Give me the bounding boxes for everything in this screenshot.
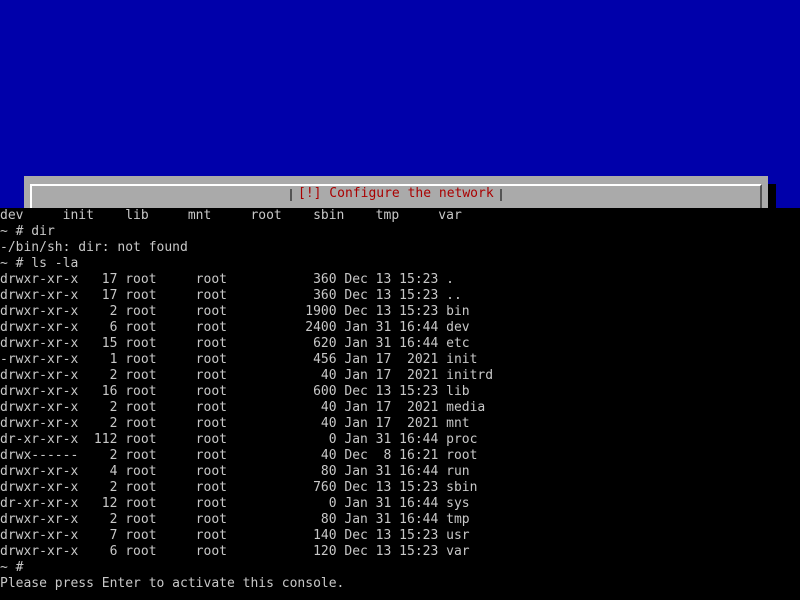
console-line: drwxr-xr-x 6 root root 120 Dec 13 15:23 … xyxy=(0,544,470,559)
console-line: drwxr-xr-x 17 root root 360 Dec 13 15:23… xyxy=(0,288,462,303)
console-line: ~ # ls -la xyxy=(0,256,79,271)
console-line: drwxr-xr-x 2 root root 760 Dec 13 15:23 … xyxy=(0,480,478,495)
console-line: drwxr-xr-x 6 root root 2400 Jan 31 16:44… xyxy=(0,320,470,335)
console-line: drwxr-xr-x 2 root root 80 Jan 31 16:44 t… xyxy=(0,512,470,527)
console-line: -rwxr-xr-x 1 root root 456 Jan 17 2021 i… xyxy=(0,352,478,367)
console-line: ~ # dir xyxy=(0,224,55,239)
console-line: drwxr-xr-x 2 root root 40 Jan 17 2021 in… xyxy=(0,368,494,383)
console-line: drwxr-xr-x 7 root root 140 Dec 13 15:23 … xyxy=(0,528,470,543)
console-prompt[interactable]: ~ # xyxy=(0,560,800,576)
console-line: drwxr-xr-x 4 root root 80 Jan 31 16:44 r… xyxy=(0,464,470,479)
console-line: drwx------ 2 root root 40 Dec 8 16:21 ro… xyxy=(0,448,478,463)
console-line: drwxr-xr-x 15 root root 620 Jan 31 16:44… xyxy=(0,336,470,351)
terminal-console[interactable]: dev init lib mnt root sbin tmp var ~ # d… xyxy=(0,208,800,600)
console-activation-message: Please press Enter to activate this cons… xyxy=(0,576,345,591)
console-line: dr-xr-xr-x 12 root root 0 Jan 31 16:44 s… xyxy=(0,496,470,511)
console-line: dr-xr-xr-x 112 root root 0 Jan 31 16:44 … xyxy=(0,432,478,447)
console-line: drwxr-xr-x 2 root root 1900 Dec 13 15:23… xyxy=(0,304,470,319)
console-line: drwxr-xr-x 2 root root 40 Jan 17 2021 mn… xyxy=(0,416,470,431)
console-line: drwxr-xr-x 2 root root 40 Jan 17 2021 me… xyxy=(0,400,486,415)
console-line: dev init lib mnt root sbin tmp var xyxy=(0,208,462,223)
console-line: drwxr-xr-x 16 root root 600 Dec 13 15:23… xyxy=(0,384,470,399)
installer-dialog-title: [!] Configure the network xyxy=(290,186,502,202)
console-line: drwxr-xr-x 17 root root 360 Dec 13 15:23… xyxy=(0,272,454,287)
console-line: -/bin/sh: dir: not found xyxy=(0,240,188,255)
